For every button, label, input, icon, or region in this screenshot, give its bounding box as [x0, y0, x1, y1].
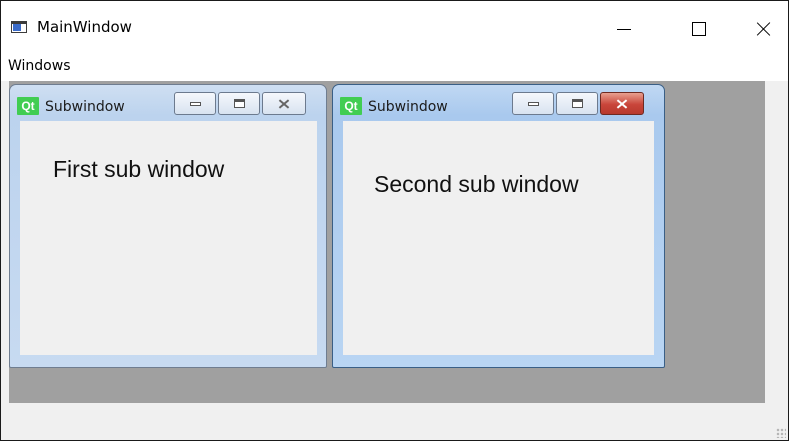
- minimize-icon: [189, 101, 201, 106]
- window-title: MainWindow: [37, 18, 132, 36]
- subwindow-title: Subwindow: [368, 99, 448, 115]
- qt-logo-icon: Qt: [340, 97, 362, 115]
- subwindow-maximize-button[interactable]: [218, 92, 260, 115]
- subwindow-content: First sub window: [20, 121, 317, 355]
- status-bar: [1, 403, 788, 440]
- maximize-icon: [692, 22, 706, 36]
- subwindow-first[interactable]: Qt Subwindow First sub window: [9, 84, 327, 368]
- subwindow-close-button[interactable]: [262, 92, 306, 115]
- subwindow-label: Second sub window: [374, 171, 579, 197]
- title-bar[interactable]: MainWindow: [1, 1, 788, 51]
- subwindow-close-button[interactable]: [600, 92, 644, 115]
- maximize-icon: [571, 99, 583, 108]
- subwindow-content: Second sub window: [343, 121, 654, 355]
- mdi-area[interactable]: Qt Subwindow First sub window Qt Subwind…: [9, 81, 765, 403]
- maximize-button[interactable]: [676, 9, 722, 49]
- subwindow-controls: [174, 92, 306, 115]
- menu-windows[interactable]: Windows: [8, 58, 71, 74]
- subwindow-label: First sub window: [53, 156, 225, 182]
- subwindow-title: Subwindow: [45, 99, 125, 115]
- maximize-icon: [233, 99, 245, 108]
- main-window: MainWindow Windows Qt Subwindow First su…: [0, 0, 789, 441]
- minimize-icon: [617, 28, 631, 30]
- close-icon: [278, 99, 290, 109]
- close-icon: [616, 99, 628, 109]
- close-icon: [756, 21, 772, 37]
- subwindow-minimize-button[interactable]: [512, 92, 554, 115]
- subwindow-controls: [512, 92, 644, 115]
- minimize-button[interactable]: [601, 9, 647, 49]
- subwindow-maximize-button[interactable]: [556, 92, 598, 115]
- qt-logo-icon: Qt: [17, 97, 39, 115]
- app-window-icon: [11, 21, 27, 33]
- minimize-icon: [527, 101, 539, 106]
- menu-bar: Windows: [1, 51, 788, 81]
- resize-grip-icon[interactable]: [776, 428, 786, 438]
- subwindow-minimize-button[interactable]: [174, 92, 216, 115]
- close-button[interactable]: [741, 9, 787, 49]
- subwindow-second[interactable]: Qt Subwindow Second sub window: [332, 84, 665, 368]
